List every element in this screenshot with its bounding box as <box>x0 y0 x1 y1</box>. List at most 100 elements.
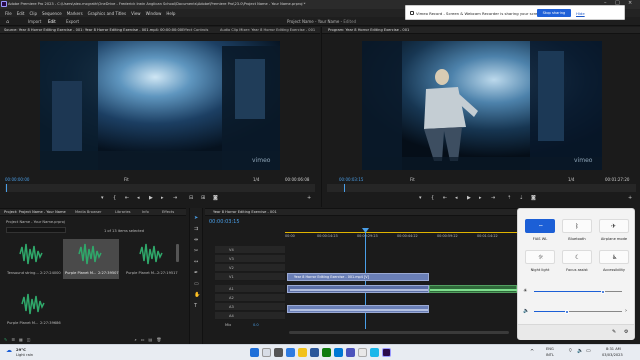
edge-icon[interactable] <box>286 348 295 357</box>
project-search-input[interactable] <box>6 227 66 233</box>
go-to-out-icon[interactable]: ⇥ <box>173 195 177 201</box>
new-item-icon[interactable]: ▤ <box>149 337 153 342</box>
source-resolution-select[interactable]: 1/4 <box>253 177 259 182</box>
rectangle-tool-icon[interactable]: ▭ <box>194 281 199 287</box>
tab-project[interactable]: Project: Project Name - Your Name <box>4 210 66 214</box>
program-timecode[interactable]: 00:00:03:15 <box>339 177 363 182</box>
new-bin-icon[interactable]: ▭ <box>141 337 145 342</box>
tab-effects[interactable]: Effects <box>162 210 174 214</box>
program-go-to-out-icon[interactable]: ⇥ <box>491 195 495 201</box>
night-light-tile[interactable]: ☼ <box>525 250 555 264</box>
overwrite-icon[interactable]: ⊞ <box>201 195 205 201</box>
mark-in-icon[interactable]: ▾ <box>101 195 104 201</box>
weather-temp[interactable]: 29°C <box>16 347 26 352</box>
volume-knob[interactable] <box>565 309 569 314</box>
selection-tool-icon[interactable]: ➤ <box>194 215 198 221</box>
project-item[interactable]: Purple Planet M... 2:27:39686 <box>6 289 62 329</box>
source-video-frame[interactable]: vimeo <box>40 41 280 170</box>
start-icon[interactable] <box>250 348 259 357</box>
accessibility-tile[interactable]: ♿ <box>599 250 629 264</box>
tab-media-browser[interactable]: Media Browser <box>75 210 102 214</box>
search-taskbar-icon[interactable] <box>262 348 271 357</box>
program-export-frame-icon[interactable]: ◙ <box>531 195 536 201</box>
program-scrubber[interactable] <box>327 184 636 192</box>
network-icon[interactable]: ⌔ <box>568 348 573 354</box>
tab-import[interactable]: Import <box>28 19 41 24</box>
program-go-to-in-icon[interactable]: ⇤ <box>443 195 447 201</box>
menu-clip[interactable]: Clip <box>29 11 37 16</box>
file-explorer-icon[interactable] <box>298 348 307 357</box>
program-step-forward-icon[interactable]: ▸ <box>479 195 482 201</box>
program-fit-select[interactable]: Fit <box>410 177 415 182</box>
edit-quick-settings-icon[interactable]: ✎ <box>612 329 616 335</box>
menu-sequence[interactable]: Sequence <box>42 11 62 16</box>
brightness-knob[interactable] <box>601 289 605 294</box>
project-item[interactable]: Purple Planet M... 2:27:19517 <box>124 239 180 279</box>
playhead-handle-icon[interactable] <box>362 228 369 233</box>
trash-icon[interactable]: 🗑 <box>156 337 161 342</box>
search-icon[interactable]: ⌕ <box>135 337 137 342</box>
show-hidden-icons-icon[interactable]: ^ <box>530 349 534 355</box>
track-header-a2[interactable]: A2 <box>215 294 285 302</box>
outlook-icon[interactable] <box>334 348 343 357</box>
program-video-frame[interactable]: vimeo <box>362 41 602 170</box>
mix-value[interactable]: 0.0 <box>253 323 259 327</box>
track-header-a4[interactable]: A4 <box>215 312 285 320</box>
audio-clip-a3[interactable] <box>287 305 429 313</box>
go-to-in-icon[interactable]: ⇤ <box>125 195 129 201</box>
pencil-icon[interactable]: ✎ <box>4 337 7 342</box>
timeline-horizontal-scrollbar[interactable] <box>289 331 509 334</box>
source-timecode-in[interactable]: 00:00:00:00 <box>5 177 29 182</box>
program-mark-in-icon[interactable]: ▾ <box>419 195 422 201</box>
program-playhead[interactable] <box>344 184 345 192</box>
teams-icon[interactable] <box>346 348 355 357</box>
program-resolution-select[interactable]: 1/4 <box>568 177 574 182</box>
speaker-icon[interactable]: 🔈 <box>577 348 583 354</box>
list-view-icon[interactable]: ☰ <box>11 337 15 342</box>
track-select-tool-icon[interactable]: ⇉ <box>194 226 198 232</box>
source-add-button-icon[interactable]: + <box>307 195 311 201</box>
menu-window[interactable]: Window <box>146 11 162 16</box>
hide-link[interactable]: Hide <box>576 11 585 16</box>
program-mark-out-icon[interactable]: { <box>431 195 434 201</box>
track-header-v1[interactable]: V1 <box>215 273 285 281</box>
mark-out-icon[interactable]: { <box>113 195 116 201</box>
play-icon[interactable]: ▶ <box>149 195 153 201</box>
pen-tool-icon[interactable]: ✒ <box>194 270 198 276</box>
stop-sharing-button[interactable]: Stop sharing <box>537 9 571 17</box>
audio-output-chevron-icon[interactable]: › <box>625 308 627 314</box>
focus-assist-tile[interactable]: ☾ <box>562 250 592 264</box>
bluetooth-tile[interactable]: ᛒ <box>562 219 592 233</box>
chrome-icon[interactable] <box>358 348 367 357</box>
menu-markers[interactable]: Markers <box>67 11 83 16</box>
project-item-selected[interactable]: Purple Planet M... 2:27:39507 <box>63 239 119 279</box>
extract-icon[interactable]: ⇣ <box>519 195 523 201</box>
freeform-view-icon[interactable]: ◫ <box>27 337 31 342</box>
timeline-ruler[interactable]: 00:00 00:00:14:23 00:00:29:23 00:00:44:2… <box>205 234 517 240</box>
ripple-edit-tool-icon[interactable]: ⇹ <box>194 237 198 243</box>
track-header-a3[interactable]: A3 <box>215 303 285 311</box>
source-scrubber[interactable] <box>5 184 315 192</box>
weather-desc[interactable]: Light rain <box>16 353 33 357</box>
step-back-icon[interactable]: ◂ <box>137 195 140 201</box>
home-icon[interactable]: ⌂ <box>6 19 9 25</box>
program-step-back-icon[interactable]: ◂ <box>455 195 458 201</box>
tab-edit[interactable]: Edit <box>48 19 56 24</box>
work-area-bar[interactable] <box>285 232 517 233</box>
task-view-icon[interactable] <box>274 348 283 357</box>
volume-slider[interactable] <box>534 309 622 314</box>
tab-effect-controls[interactable]: Effect Controls <box>182 28 208 32</box>
menu-help[interactable]: Help <box>166 11 175 16</box>
weather-icon[interactable]: ☁ <box>6 347 12 354</box>
excel-icon[interactable] <box>322 348 331 357</box>
menu-file[interactable]: File <box>5 11 12 16</box>
insert-icon[interactable]: ⊟ <box>189 195 193 201</box>
track-header-v3[interactable]: V3 <box>215 255 285 263</box>
menu-view[interactable]: View <box>131 11 141 16</box>
volume-icon[interactable]: 🔈 <box>523 308 529 314</box>
source-fit-select[interactable]: Fit <box>124 177 129 182</box>
tab-source[interactable]: Source: Year 8 Horror Editing Exercise -… <box>4 28 182 32</box>
program-play-icon[interactable]: ▶ <box>467 195 471 201</box>
tab-audio-clip-mixer[interactable]: Audio Clip Mixer: Year 8 Horror Editing … <box>220 28 315 32</box>
wifi-tile[interactable]: ⌔ <box>525 219 555 233</box>
